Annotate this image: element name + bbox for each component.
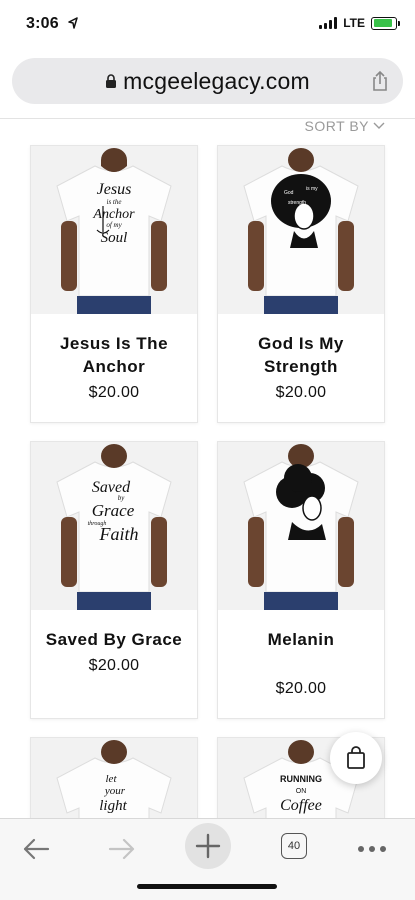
more-icon: [358, 846, 386, 852]
product-info: Jesus Is The Anchor $20.00: [31, 314, 197, 422]
print-line: Faith: [99, 524, 139, 544]
product-image[interactable]: [218, 442, 384, 610]
print-line: Saved: [92, 479, 131, 496]
battery-icon: [371, 16, 400, 30]
print-line: Coffee: [280, 797, 322, 814]
product-title[interactable]: Melanin: [218, 628, 384, 651]
print-line: light: [99, 798, 127, 814]
product-card[interactable]: Melanin $20.00: [217, 441, 385, 719]
location-arrow-icon: [68, 17, 78, 29]
tabs-button[interactable]: 40: [281, 833, 307, 859]
cart-button[interactable]: [330, 732, 382, 784]
svg-text:God: God: [284, 190, 294, 196]
back-arrow-icon: [23, 838, 50, 860]
product-price: $20.00: [275, 680, 327, 697]
product-title[interactable]: Saved By Grace: [31, 628, 197, 651]
more-button[interactable]: [350, 827, 394, 871]
print-line: let: [106, 773, 118, 785]
product-card[interactable]: God is my strength God Is My Strength $20.…: [217, 145, 385, 423]
forward-arrow-icon: [108, 838, 135, 860]
status-bar: 3:06 LTE: [0, 0, 415, 50]
sort-by-button[interactable]: SORT BY: [305, 118, 385, 134]
svg-text:is my: is my: [306, 186, 318, 192]
product-info: Melanin $20.00: [218, 610, 384, 718]
product-card[interactable]: Jesus is the Anchor of my Soul Jesus Is …: [30, 145, 198, 423]
battery-level: [373, 19, 393, 27]
print-line: Jesus: [97, 181, 132, 198]
print-line: RUNNING: [280, 774, 322, 784]
product-card[interactable]: Saved by Grace through Faith Saved By Gr…: [30, 441, 198, 719]
plus-icon: [195, 833, 221, 859]
product-price: $20.00: [88, 384, 140, 401]
print-line: Anchor: [92, 207, 135, 222]
product-title[interactable]: Jesus Is The Anchor: [31, 332, 197, 378]
share-icon[interactable]: [371, 70, 389, 92]
print-line: is the: [107, 198, 122, 206]
back-button[interactable]: [14, 827, 58, 871]
home-indicator: [137, 884, 277, 889]
print-line: of my: [106, 221, 122, 229]
lock-icon: [106, 74, 117, 88]
product-image[interactable]: Jesus is the Anchor of my Soul: [31, 146, 197, 314]
address-bar[interactable]: mcgeelegacy.com: [12, 58, 403, 104]
product-info: Saved By Grace $20.00: [31, 610, 197, 718]
product-title[interactable]: God Is My Strength: [218, 332, 384, 378]
network-label: LTE: [343, 16, 365, 30]
svg-text:strength: strength: [288, 200, 306, 206]
sort-by-label: SORT BY: [304, 118, 369, 134]
product-image[interactable]: Saved by Grace through Faith: [31, 442, 197, 610]
forward-button[interactable]: [100, 827, 144, 871]
signal-icon: [319, 17, 338, 29]
print-line: ON: [296, 788, 307, 795]
product-price: $20.00: [275, 384, 327, 401]
print-line: Grace: [92, 501, 135, 520]
chevron-down-icon: [373, 122, 385, 129]
shopping-bag-icon: [347, 746, 365, 769]
status-indicators: LTE: [319, 16, 400, 30]
url-text: mcgeelegacy.com: [123, 67, 310, 94]
product-price: $20.00: [88, 657, 140, 674]
new-tab-button[interactable]: [185, 823, 231, 869]
product-info: God Is My Strength $20.00: [218, 314, 384, 422]
print-line: your: [104, 785, 126, 797]
product-image[interactable]: God is my strength: [218, 146, 384, 314]
status-time: 3:06: [26, 15, 59, 32]
